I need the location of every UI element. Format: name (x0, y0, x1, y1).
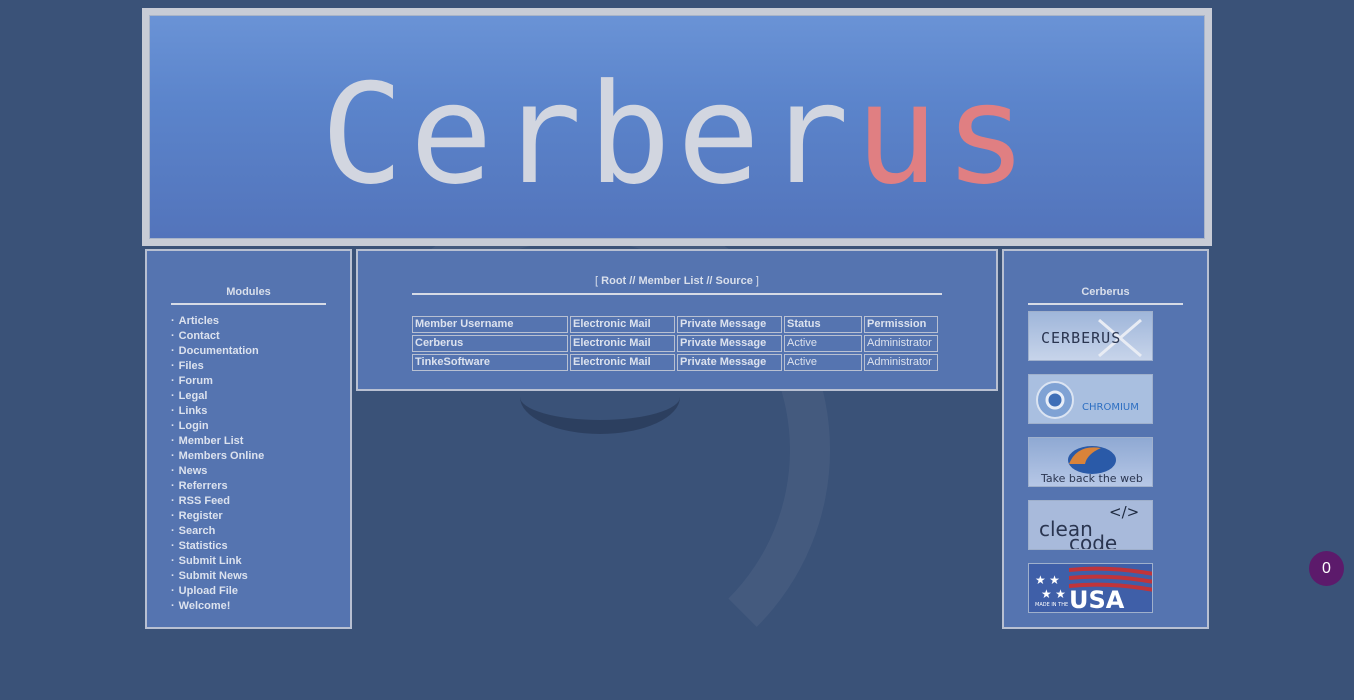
module-link-referrers[interactable]: · Referrers (171, 479, 264, 494)
module-label: Files (178, 360, 204, 372)
module-link-news[interactable]: · News (171, 464, 264, 479)
cleancode-badge[interactable]: </> clean code (1028, 500, 1153, 550)
module-label: Member List (178, 435, 244, 447)
breadcrumb-root-link[interactable]: Root (601, 275, 626, 287)
cerberus-panel: Cerberus CERBERUS CHROMIUM Take back the… (1002, 249, 1209, 629)
module-label: Forum (178, 375, 213, 387)
header-username[interactable]: Member Username (412, 316, 568, 333)
module-label: Articles (178, 315, 220, 327)
cerberus-panel-divider (1028, 303, 1183, 305)
cleancode-word-2: code (1069, 531, 1118, 550)
module-label: News (178, 465, 208, 477)
module-link-submit-link[interactable]: · Submit Link (171, 554, 264, 569)
firefox-icon (1068, 446, 1116, 474)
module-link-login[interactable]: · Login (171, 419, 264, 434)
member-status: Active (784, 335, 862, 352)
notification-count-button[interactable]: 0 (1309, 551, 1344, 586)
table-row: Cerberus Electronic Mail Private Message… (412, 335, 938, 352)
module-link-forum[interactable]: · Forum (171, 374, 264, 389)
module-label: Links (178, 405, 208, 417)
module-label: Members Online (178, 450, 265, 462)
table-row: TinkeSoftware Electronic Mail Private Me… (412, 354, 938, 371)
chromium-badge-text: CHROMIUM (1082, 402, 1139, 413)
header-email[interactable]: Electronic Mail (570, 316, 675, 333)
member-permission: Administrator (864, 354, 938, 371)
firefox-badge-text: Take back the web (1041, 472, 1143, 485)
logo-main-text: Cerber (320, 54, 856, 215)
breadcrumb: [ Root // Member List // Source ] (358, 275, 996, 287)
member-private-message-link[interactable]: Private Message (677, 335, 782, 352)
module-link-upload-file[interactable]: · Upload File (171, 584, 264, 599)
module-label: Statistics (178, 540, 228, 552)
modules-panel: Modules · Articles · Contact · Documentatio… (145, 249, 352, 629)
module-link-members-online[interactable]: · Members Online (171, 449, 264, 464)
usa-badge-small-text: MADE IN THE (1035, 602, 1069, 608)
made-in-usa-badge[interactable]: ★ ★ ★ ★ MADE IN THE USA (1028, 563, 1153, 613)
module-label: RSS Feed (178, 495, 231, 507)
module-link-submit-news[interactable]: · Submit News (171, 569, 264, 584)
breadcrumb-source-link[interactable]: Source (716, 275, 753, 287)
module-link-contact[interactable]: · Contact (171, 329, 264, 344)
module-label: Documentation (178, 345, 259, 357)
module-label: Referrers (178, 480, 228, 492)
member-permission: Administrator (864, 335, 938, 352)
module-label: Login (178, 420, 209, 432)
breadcrumb-separator: // (706, 275, 713, 287)
svg-text:★ ★: ★ ★ (1041, 587, 1066, 601)
site-banner: Cerberus (142, 8, 1212, 246)
module-link-articles[interactable]: · Articles (171, 314, 264, 329)
cerberus-badge[interactable]: CERBERUS (1028, 311, 1153, 361)
modules-divider (171, 303, 326, 305)
svg-text:★ ★: ★ ★ (1035, 573, 1060, 587)
module-link-member-list[interactable]: · Member List (171, 434, 264, 449)
member-username-link[interactable]: Cerberus (412, 335, 568, 352)
members-table: Member Username Electronic Mail Private … (410, 314, 940, 373)
member-email-link[interactable]: Electronic Mail (570, 354, 675, 371)
cerberus-badge-text: CERBERUS (1041, 329, 1122, 347)
breadcrumb-member-list-link[interactable]: Member List (638, 275, 703, 287)
module-link-statistics[interactable]: · Statistics (171, 539, 264, 554)
logo-accent-text: us (855, 54, 1034, 215)
module-link-links[interactable]: · Links (171, 404, 264, 419)
breadcrumb-open: [ (595, 275, 599, 287)
cerberus-panel-title: Cerberus (1081, 286, 1130, 298)
chromium-icon (1036, 381, 1074, 419)
chromium-badge[interactable]: CHROMIUM (1028, 374, 1153, 424)
header-permission[interactable]: Permission (864, 316, 938, 333)
module-label: Register (178, 510, 223, 522)
breadcrumb-close: ] (755, 275, 759, 287)
module-label: Welcome! (178, 600, 231, 612)
modules-menu: · Articles · Contact · Documentation · Files… (171, 314, 264, 614)
cleancode-tag: </> (1109, 503, 1140, 521)
header-status[interactable]: Status (784, 316, 862, 333)
table-header-row: Member Username Electronic Mail Private … (412, 316, 938, 333)
module-link-documentation[interactable]: · Documentation (171, 344, 264, 359)
module-label: Search (178, 525, 216, 537)
module-link-files[interactable]: · Files (171, 359, 264, 374)
firefox-badge[interactable]: Take back the web (1028, 437, 1153, 487)
member-email-link[interactable]: Electronic Mail (570, 335, 675, 352)
modules-title: Modules (226, 286, 271, 298)
member-list-panel: [ Root // Member List // Source ] Member… (356, 249, 998, 391)
header-private-message[interactable]: Private Message (677, 316, 782, 333)
member-username-link[interactable]: TinkeSoftware (412, 354, 568, 371)
member-private-message-link[interactable]: Private Message (677, 354, 782, 371)
banner-inner: Cerberus (149, 15, 1205, 239)
member-list-divider (412, 293, 942, 295)
module-label: Upload File (178, 585, 238, 597)
breadcrumb-separator: // (629, 275, 636, 287)
module-label: Submit News (178, 570, 248, 582)
module-link-register[interactable]: · Register (171, 509, 264, 524)
module-link-search[interactable]: · Search (171, 524, 264, 539)
usa-badge-text: USA (1069, 586, 1125, 613)
module-link-welcome[interactable]: · Welcome! (171, 599, 264, 614)
member-status: Active (784, 354, 862, 371)
site-logo[interactable]: Cerberus (150, 66, 1204, 204)
module-label: Legal (178, 390, 208, 402)
module-link-rss-feed[interactable]: · RSS Feed (171, 494, 264, 509)
module-label: Contact (178, 330, 220, 342)
module-link-legal[interactable]: · Legal (171, 389, 264, 404)
module-label: Submit Link (178, 555, 242, 567)
